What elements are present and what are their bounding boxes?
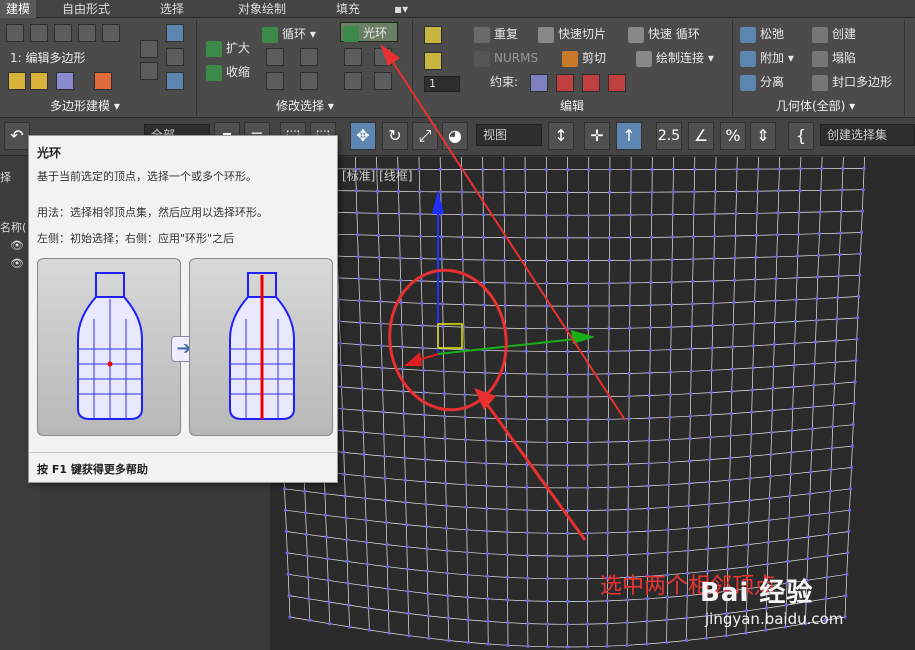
annotation-arrowhead-top	[380, 44, 400, 66]
tooltip-before-image	[37, 258, 181, 436]
tooltip-sides: 左侧：初始选择；右侧：应用"环形"之后	[37, 232, 235, 245]
tooltip-description: 基于当前选定的顶点，选择一个或多个环形。	[37, 170, 257, 183]
bottle-wireframe-after	[229, 272, 295, 420]
tooltip-usage: 用法：选择相邻顶点集，然后应用以选择环形。	[37, 206, 268, 219]
baidu-watermark: Bai 经验	[700, 578, 814, 608]
tooltip-title: 光环	[37, 146, 62, 160]
baidu-watermark-url: jingyan.baidu.com	[705, 610, 844, 628]
bottle-wireframe-before	[77, 272, 143, 420]
tooltip-after-image	[189, 258, 333, 436]
ring-tooltip: 光环 基于当前选定的顶点，选择一个或多个环形。 用法：选择相邻顶点集，然后应用以…	[28, 135, 338, 483]
annotation-circle	[388, 268, 508, 412]
tooltip-footer: 按 F1 键获得更多帮助	[29, 452, 337, 482]
transform-gizmo[interactable]	[404, 190, 595, 366]
annotation-arrowhead-bottom	[474, 388, 496, 410]
annotation-arrow-line	[482, 399, 587, 541]
